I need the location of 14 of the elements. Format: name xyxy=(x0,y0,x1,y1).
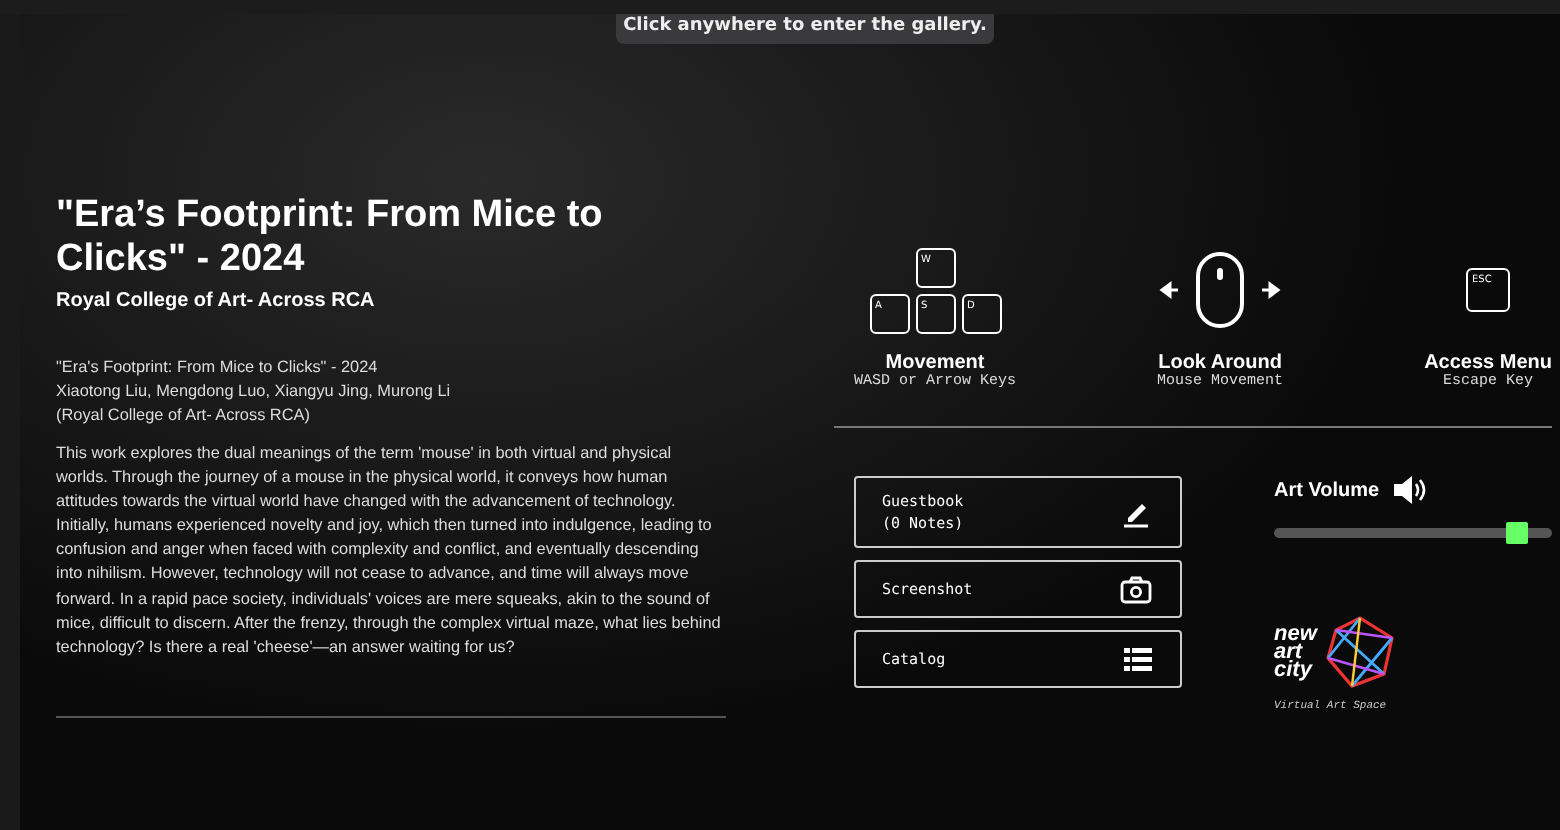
artwork-subtitle: Royal College of Art- Across RCA xyxy=(56,290,377,312)
credit-line: "Era's Footprint: From Mice to Clicks" - 2024 xyxy=(56,356,380,380)
logo-word: art xyxy=(1274,643,1303,661)
control-label: Movement xyxy=(885,352,985,374)
logo-word: new xyxy=(1274,625,1317,643)
artwork-description: This work explores the dual meanings of the term 'mouse' in both virtual and physical worlds. Through the journey of a mouse in the physical world, it conveys how human attitudes towards the virtual world have changed with the advancement of technology. Initially, humans experienced novelty and joy, which then turned into indulgence, leading to confusion and anger when faced with complexity and conflict, and eventually descending into nihilism. However, technology will not cease to advance, and time will always move forward. In a rapid pace society, individuals' voices are mere squeaks, akin to the sound of mice, difficult to discern. After the frenzy, through the complex virtual maze, what lies behind technology? Is there a real 'cheese'—an answer waiting for us? xyxy=(56,442,723,660)
control-label: Access Menu xyxy=(1424,352,1552,374)
credit-line: Xiaotong Liu, Mengdong Luo, Xiangyu Jing, Murong Li xyxy=(56,380,453,404)
credit-line: (Royal College of Art- Across RCA) xyxy=(56,404,312,428)
enter-gallery-banner[interactable]: Click anywhere to enter the gallery. xyxy=(616,14,994,44)
artwork-title: "Era’s Footprint: From Mice to Clicks" - 2024 xyxy=(56,194,605,282)
control-label: Look Around xyxy=(1158,352,1282,374)
logo-word: city xyxy=(1274,661,1315,679)
volume-label: Art Volume xyxy=(1274,479,1380,501)
